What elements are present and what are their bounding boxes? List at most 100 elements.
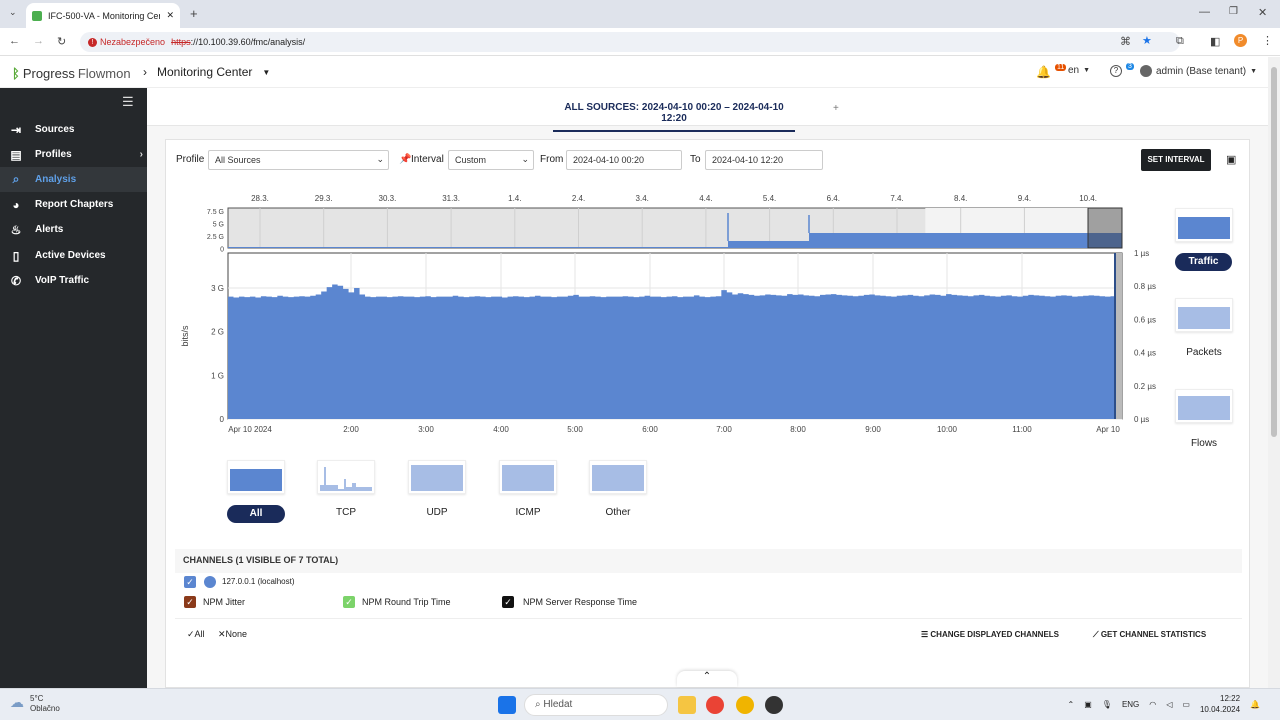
channel-checkbox-localhost[interactable]: ✓	[184, 576, 196, 588]
tab-title: IFC-500-VA - Monitoring Cente	[48, 10, 161, 21]
profile-avatar-icon[interactable]: P	[1234, 34, 1247, 47]
check-icon: ✓	[187, 629, 195, 639]
protocol-thumb-icmp[interactable]	[499, 460, 557, 494]
sidebar-item-sources[interactable]: ⇥ Sources	[0, 117, 147, 142]
analysis-panel: Profile All Sources ⌄ 📌 Interval Custom …	[165, 139, 1250, 688]
main-y2-tick: 0.4 µs	[1134, 349, 1156, 358]
vertical-scrollbar[interactable]	[1268, 57, 1280, 688]
traffic-metric-button[interactable]: Traffic	[1175, 253, 1232, 271]
overview-selection-window[interactable]	[1087, 207, 1123, 249]
collapse-panel-button[interactable]: ⌃	[677, 671, 737, 687]
protocol-tcp-label[interactable]: TCP	[317, 507, 375, 518]
overview-date-label: 10.4.	[1079, 194, 1097, 203]
chrome-icon[interactable]	[706, 696, 724, 714]
sidebar-item-label: Report Chapters	[35, 199, 114, 210]
side-panel-icon[interactable]: ◧	[1210, 35, 1220, 48]
protocol-all-button[interactable]: All	[227, 505, 285, 523]
protocol-icmp-label[interactable]: ICMP	[499, 507, 557, 518]
minimize-icon[interactable]: —	[1199, 6, 1210, 18]
flows-thumbnail[interactable]	[1175, 389, 1233, 423]
protocol-other-label[interactable]: Other	[589, 507, 647, 518]
reload-icon[interactable]: ↻	[57, 35, 66, 48]
select-none-button[interactable]: ✕None	[218, 629, 247, 640]
taskbar-search[interactable]: ⌕ Hledat	[524, 694, 668, 716]
url-protocol: https	[171, 37, 191, 47]
protocol-udp-label[interactable]: UDP	[408, 507, 466, 518]
tab-list-icon[interactable]: ⌄	[9, 7, 17, 18]
select-all-button[interactable]: ✓All	[187, 629, 205, 640]
sidebar-item-voip-traffic[interactable]: ✆ VoIP Traffic	[0, 268, 147, 293]
restore-icon[interactable]: ❐	[1229, 6, 1238, 17]
protocol-thumb-all[interactable]	[227, 460, 285, 494]
sidebar-item-label: Active Devices	[35, 250, 106, 261]
battery-icon[interactable]: ▭	[1182, 700, 1190, 709]
clock[interactable]: 12:22 10.04.2024	[1200, 693, 1240, 715]
sidebar-item-analysis[interactable]: ⌕ Analysis	[0, 167, 147, 192]
channel-checkbox-npm-srt[interactable]: ✓	[502, 596, 514, 608]
main-area-chart[interactable]: 0 1 G 2 G 3 G Apr 10 2024 2:00 3:00 4:00 5:00 6:0…	[180, 249, 1156, 434]
protocol-thumb-tcp[interactable]	[317, 460, 375, 494]
start-icon[interactable]	[498, 696, 516, 714]
translate-icon[interactable]: ⌘	[1120, 35, 1131, 48]
tab-all-sources[interactable]: ALL SOURCES: 2024-04-10 00:20 – 2024-04-…	[553, 102, 795, 132]
traffic-thumbnail[interactable]	[1175, 208, 1233, 242]
tray-overflow-icon[interactable]: ⌃	[1068, 700, 1075, 709]
app-icon[interactable]	[736, 696, 754, 714]
channel-stats-button[interactable]: ⟋ GET CHANNEL STATISTICS	[1093, 630, 1206, 640]
browser-tab[interactable]: IFC-500-VA - Monitoring Cente ✕	[26, 3, 180, 28]
hamburger-menu-icon[interactable]: ☰	[122, 94, 134, 110]
file-explorer-icon[interactable]	[678, 696, 696, 714]
traffic-area-series[interactable]	[228, 284, 1116, 419]
breadcrumb-chevron-icon: ›	[143, 65, 147, 79]
change-channels-button[interactable]: ☰ CHANGE DISPLAYED CHANNELS	[921, 630, 1059, 639]
packets-metric-label[interactable]: Packets	[1175, 347, 1233, 358]
wifi-icon[interactable]: ◠	[1149, 700, 1156, 709]
traffic-chart[interactable]: 28.3. 29.3. 30.3. 31.3. 1.4. 2.4. 3.4. 4.4. 5.4.…	[166, 140, 1249, 440]
section-dropdown-icon[interactable]: ▼	[262, 68, 270, 77]
bookmark-star-icon[interactable]: ★	[1142, 34, 1152, 47]
overview-date-label: 5.4.	[763, 194, 776, 203]
chrome-menu-icon[interactable]: ⋮	[1262, 34, 1273, 47]
channel-checkbox-npm-jitter[interactable]: ✓	[184, 596, 196, 608]
alerts-button[interactable]: 🔔 11	[1036, 63, 1067, 79]
scrollbar-thumb[interactable]	[1271, 67, 1277, 437]
sidebar-item-profiles[interactable]: ▤ Profiles ›	[0, 142, 147, 167]
flows-metric-label[interactable]: Flows	[1175, 438, 1233, 449]
back-icon[interactable]: ←	[9, 35, 20, 47]
recorder-icon[interactable]	[765, 696, 783, 714]
tray-app-icon[interactable]: ▣	[1084, 700, 1092, 709]
progress-logo-icon: ᛒ	[12, 66, 20, 81]
filter-icon: ☰	[921, 630, 931, 639]
user-menu[interactable]: admin (Base tenant) ▼	[1140, 65, 1257, 77]
add-tab-button[interactable]: +	[833, 103, 839, 114]
sources-icon: ⇥	[10, 122, 22, 137]
breadcrumb: › Monitoring Center ▼	[143, 65, 270, 79]
new-tab-icon[interactable]: +	[190, 6, 198, 21]
help-button[interactable]: ? 3	[1110, 62, 1134, 77]
forward-icon[interactable]: →	[33, 35, 44, 47]
sidebar-item-alerts[interactable]: ♨ Alerts	[0, 217, 147, 242]
omnibox[interactable]: ! Nezabezpečeno https://10.100.39.60/fmc…	[80, 32, 1180, 52]
extensions-icon[interactable]: ⧉	[1176, 35, 1184, 48]
packets-thumbnail[interactable]	[1175, 298, 1233, 332]
overview-date-label: 29.3.	[315, 194, 333, 203]
volume-icon[interactable]: ◁	[1166, 700, 1172, 709]
notifications-icon[interactable]: 🔔	[1250, 700, 1260, 709]
sidebar-item-active-devices[interactable]: ▯ Active Devices	[0, 243, 147, 268]
close-tab-icon[interactable]: ✕	[166, 10, 174, 21]
protocol-thumb-udp[interactable]	[408, 460, 466, 494]
channel-color-dot[interactable]	[204, 576, 216, 588]
protocol-thumb-other[interactable]	[589, 460, 647, 494]
channel-checkbox-npm-rtt[interactable]: ✓	[343, 596, 355, 608]
input-language[interactable]: ENG	[1122, 700, 1139, 709]
weather-widget[interactable]: ☁ 5°C Oblačno	[10, 694, 60, 714]
sidebar-item-report-chapters[interactable]: ◕ Report Chapters	[0, 192, 147, 217]
section-title[interactable]: Monitoring Center	[157, 65, 252, 79]
language-selector[interactable]: en ▼	[1068, 65, 1090, 76]
security-badge[interactable]: ! Nezabezpečeno	[88, 37, 165, 47]
close-window-icon[interactable]: ✕	[1258, 6, 1267, 19]
sidebar-item-label: Analysis	[35, 174, 77, 185]
product-logo[interactable]: ᛒ Progress Flowmon	[12, 66, 131, 81]
overview-chart[interactable]: 28.3. 29.3. 30.3. 31.3. 1.4. 2.4. 3.4. 4.4. 5.4.…	[207, 194, 1123, 254]
microphone-icon[interactable]: 🎙	[1102, 700, 1112, 709]
